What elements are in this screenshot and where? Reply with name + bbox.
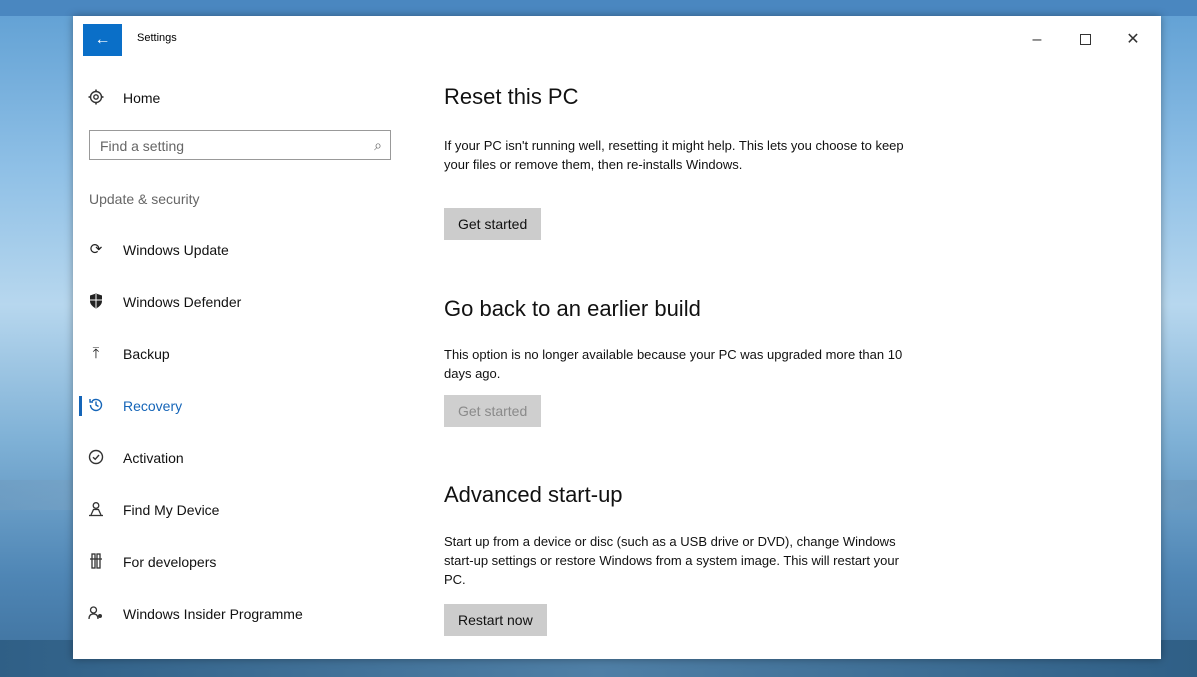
earlier-build-get-started-button: Get started (444, 395, 542, 427)
desktop-sky (0, 0, 1197, 16)
gear-icon (87, 89, 105, 107)
reset-pc-description: If your PC isn't running well, resetting… (444, 138, 904, 172)
sidebar-item-label: Find My Device (123, 502, 220, 518)
minimize-icon: – (1032, 31, 1042, 48)
sidebar-section-title: Update & security (89, 191, 200, 207)
sidebar-item-label: Backup (123, 346, 170, 362)
search-icon: ⌕ (374, 137, 382, 153)
close-icon: ✕ (1126, 31, 1140, 48)
back-button[interactable]: ← (83, 24, 122, 56)
window-title: Settings (137, 32, 177, 44)
sidebar-item-backup[interactable]: ⤒ Backup (79, 337, 379, 371)
sidebar-item-label: Windows Insider Programme (123, 606, 303, 622)
search-input[interactable] (98, 136, 357, 156)
sidebar-item-for-developers[interactable]: For developers (79, 545, 379, 579)
sidebar-item-activation[interactable]: Activation (79, 441, 379, 475)
shield-icon (87, 293, 105, 311)
sidebar-item-windows-defender[interactable]: Windows Defender (79, 285, 379, 319)
tools-icon (87, 553, 105, 571)
history-icon (87, 397, 105, 415)
sidebar-item-label: For developers (123, 554, 217, 570)
sidebar-item-label: Recovery (123, 398, 183, 414)
insider-icon (87, 605, 105, 623)
sidebar-item-label: Home (123, 90, 161, 106)
maximize-icon (1079, 34, 1091, 46)
earlier-build-heading: Go back to an earlier build (444, 296, 701, 321)
sidebar-item-label: Windows Update (123, 242, 229, 258)
check-circle-icon (87, 449, 105, 467)
maximize-button[interactable] (1062, 26, 1108, 54)
settings-window: ← Settings – ✕ Home ⌕ Update & security … (73, 16, 1161, 659)
upload-icon: ⤒ (92, 345, 100, 362)
sidebar-item-windows-update[interactable]: ⟳ Windows Update (79, 233, 379, 267)
restart-now-button[interactable]: Restart now (444, 604, 547, 636)
person-pin-icon (87, 501, 105, 519)
sidebar-item-home[interactable]: Home (79, 81, 379, 115)
advanced-startup-description: Start up from a device or disc (such as … (444, 534, 899, 587)
minimize-button[interactable]: – (1014, 26, 1060, 54)
reset-pc-heading: Reset this PC (444, 84, 579, 109)
title-bar: ← Settings – ✕ (73, 16, 1161, 60)
sidebar-item-recovery[interactable]: Recovery (79, 389, 379, 423)
back-arrow-icon: ← (94, 31, 111, 48)
close-button[interactable]: ✕ (1110, 26, 1156, 54)
earlier-build-description: This option is no longer available becau… (444, 347, 903, 381)
sidebar-item-windows-insider[interactable]: Windows Insider Programme (79, 597, 379, 631)
reset-get-started-button[interactable]: Get started (444, 208, 542, 240)
search-box[interactable]: ⌕ (89, 130, 391, 160)
sidebar-item-find-my-device[interactable]: Find My Device (79, 493, 379, 527)
sidebar-item-label: Windows Defender (123, 294, 242, 310)
sidebar-item-label: Activation (123, 450, 184, 466)
active-indicator (79, 396, 82, 416)
sync-icon: ⟳ (89, 241, 103, 258)
advanced-startup-heading: Advanced start-up (444, 482, 623, 507)
